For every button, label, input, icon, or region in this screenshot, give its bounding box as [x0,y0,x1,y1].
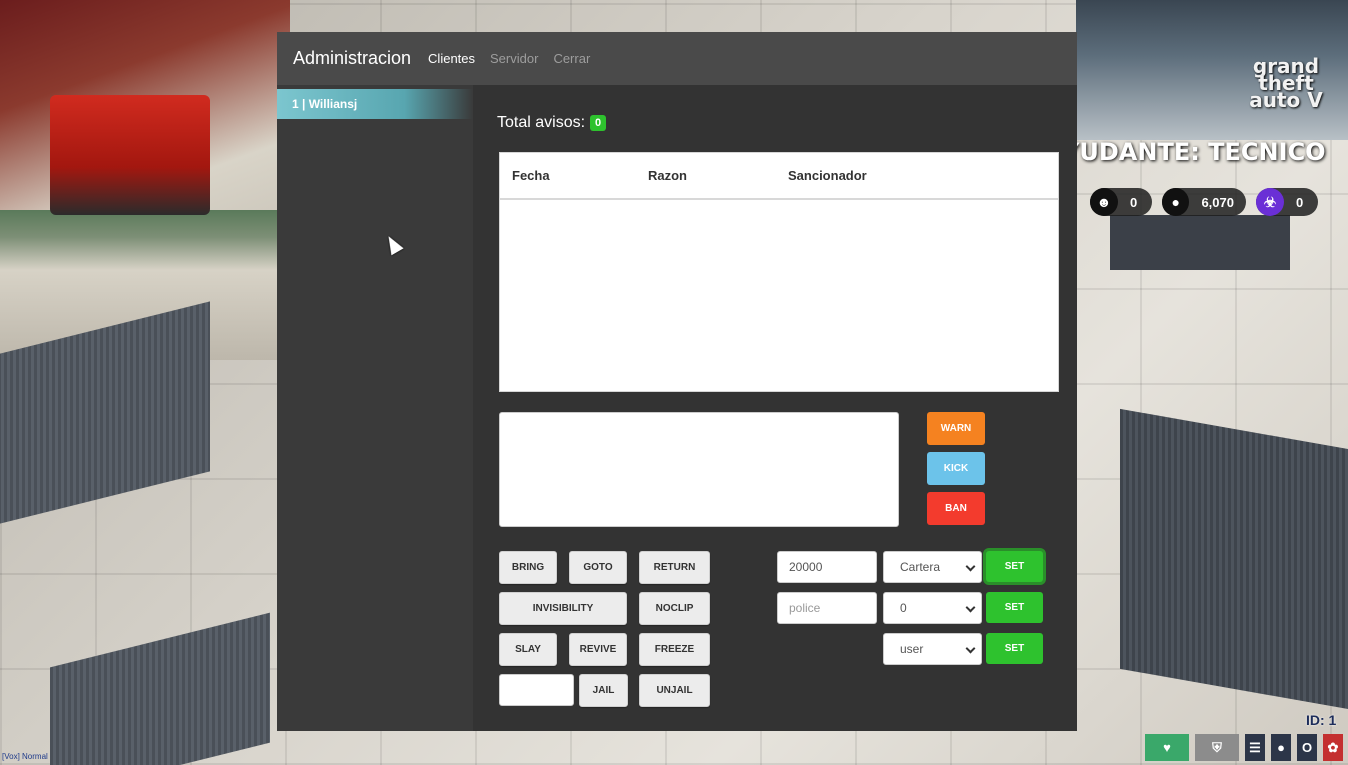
hud-job-text: YUDANTE: TECNICO [1062,138,1326,166]
navbar: Administracion Clientes Servidor Cerrar [277,32,1077,85]
account-select-value: Cartera [900,560,941,574]
piggy-bank-icon: ● [1162,188,1190,216]
freeze-button[interactable]: FREEZE [639,633,710,666]
noclip-button[interactable]: NOCLIP [639,592,710,625]
warn-button[interactable]: WARN [927,412,985,445]
sidebar-item-player[interactable]: 1 | Williansj [277,89,473,119]
unjail-button[interactable]: UNJAIL [639,674,710,707]
main-content: Total avisos: 0 Fecha Razon Sancionador … [473,85,1077,731]
revive-button[interactable]: REVIVE [569,633,627,666]
background-floor-mat [50,612,270,765]
heart-icon: ♥ [1145,734,1189,761]
jail-button[interactable]: JAIL [579,674,628,707]
group-select[interactable]: user [883,633,982,665]
chevron-down-icon [965,602,976,613]
hud-stat-players: ☻ 0 [1090,188,1152,216]
ban-button[interactable]: BAN [927,492,985,525]
sidebar: 1 | Williansj [277,85,473,731]
hud-stat-value: 0 [1296,194,1304,210]
column-razon: Razon [648,168,687,183]
tab-clientes[interactable]: Clientes [428,51,475,66]
background-floor-mat [1110,215,1290,270]
burger-icon: ☰ [1245,734,1265,761]
job-grade-select-value: 0 [900,601,907,615]
gta-logo: grand theft auto V [1246,56,1326,112]
hud-stat-money: ● 6,070 [1162,188,1246,216]
navbar-brand: Administracion [293,48,412,68]
background-floor-mat [1120,408,1348,712]
shield-icon: ⛨ [1195,734,1239,761]
gta-logo-line: auto V [1249,88,1323,112]
money-amount-input[interactable]: 20000 [777,551,877,583]
water-drop-icon: ● [1271,734,1291,761]
set-money-button[interactable]: SET [986,551,1043,582]
tab-servidor[interactable]: Servidor [490,51,538,66]
invisibility-button[interactable]: INVISIBILITY [499,592,627,625]
slay-button[interactable]: SLAY [499,633,557,666]
biohazard-icon: ☣ [1256,188,1284,216]
table-header: Fecha Razon Sancionador [500,153,1058,200]
oxygen-icon: O [1297,734,1317,761]
brain-icon: ✿ [1323,734,1343,761]
total-warnings-label: Total avisos: [497,114,586,131]
hud-stats: ☻ 0 ● 6,070 ☣ 0 [1090,188,1318,216]
player-id-label: ID: 1 [1306,712,1337,728]
admin-panel: Administracion Clientes Servidor Cerrar … [277,32,1077,731]
job-name-input[interactable]: police [777,592,877,624]
job-grade-select[interactable]: 0 [883,592,982,624]
account-select[interactable]: Cartera [883,551,982,583]
set-group-button[interactable]: SET [986,633,1043,664]
hud-stat-value: 6,070 [1201,194,1234,210]
hud-stat-value: 0 [1130,194,1138,210]
return-button[interactable]: RETURN [639,551,710,584]
jail-time-input[interactable] [499,674,574,706]
total-warnings-badge: 0 [590,115,607,131]
status-bar: ♥ ⛨ ☰ ● O ✿ [1145,734,1343,761]
kick-button[interactable]: KICK [927,452,985,485]
column-sancionador: Sancionador [788,168,867,183]
background-soda-machine [50,95,210,215]
total-warnings: Total avisos: 0 [497,114,607,132]
voice-mode-label: [Vox] Normal [2,752,48,761]
user-icon: ☻ [1090,188,1118,216]
column-fecha: Fecha [512,168,550,183]
tab-cerrar[interactable]: Cerrar [553,51,590,66]
bring-button[interactable]: BRING [499,551,557,584]
chevron-down-icon [965,643,976,654]
goto-button[interactable]: GOTO [569,551,627,584]
hud-stat-black-money: ☣ 0 [1256,188,1318,216]
reason-textarea[interactable] [499,412,899,527]
warnings-table: Fecha Razon Sancionador [499,152,1059,392]
chevron-down-icon [965,561,976,572]
set-job-button[interactable]: SET [986,592,1043,623]
group-select-value: user [900,642,924,656]
